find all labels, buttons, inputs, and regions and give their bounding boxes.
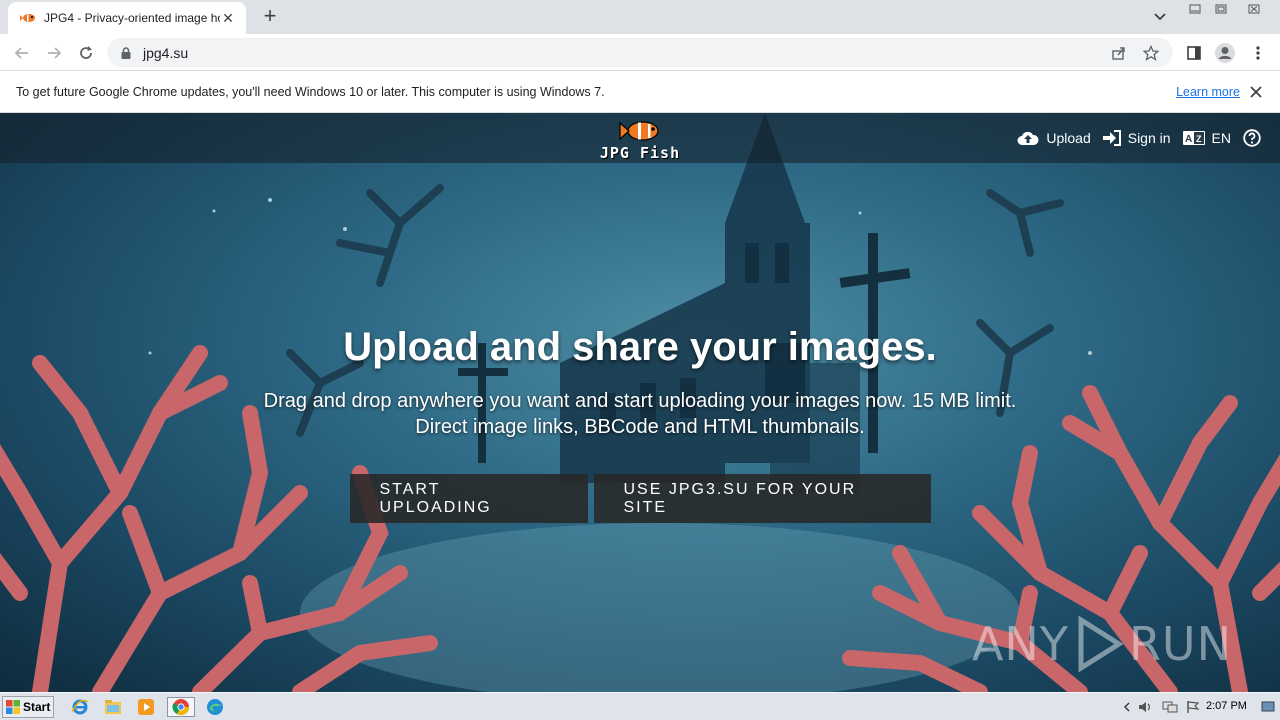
learn-more-link[interactable]: Learn more [1176,85,1240,99]
language-icon: A Z [1182,131,1205,145]
tab-search-icon[interactable] [1150,7,1170,27]
svg-text:A: A [1185,134,1192,145]
windows-taskbar: Start 2:07 PM [0,692,1280,720]
new-tab-icon[interactable]: + [258,5,282,29]
watermark-right: RUN [1128,617,1232,671]
play-logo-icon [1078,616,1123,672]
back-icon[interactable] [9,40,35,66]
minimize-icon[interactable] [1182,0,1208,18]
menu-icon[interactable] [1245,40,1271,66]
restore-icon[interactable] [1208,0,1234,18]
help-icon [1243,129,1261,147]
browser-tab[interactable]: JPG4 - Privacy-oriented image host ✕ [8,2,246,34]
address-bar[interactable]: jpg4.su [107,38,1173,67]
nav-sign-in-label: Sign in [1127,130,1171,146]
svg-text:Z: Z [1196,134,1202,144]
web-page: JPG Fish Upload Sign in A Z EN Upload an… [0,113,1280,692]
sign-in-icon [1102,130,1121,146]
window-controls [1182,0,1274,18]
share-icon[interactable] [1109,43,1129,63]
nav-upload[interactable]: Upload [1017,130,1091,146]
window-close-icon[interactable] [1234,0,1274,18]
start-button[interactable]: Start [2,696,54,718]
edge-icon[interactable] [203,697,227,717]
infobar-close-icon[interactable] [1248,84,1264,100]
site-nav: Upload Sign in A Z EN [1005,127,1268,149]
close-tab-icon[interactable]: ✕ [220,10,236,27]
hero-buttons: START UPLOADING USE JPG3.SU FOR YOUR SIT… [0,474,1280,523]
tray-chevron-icon[interactable] [1122,701,1132,713]
system-tray [1122,693,1280,720]
url-text: jpg4.su [143,44,189,61]
reload-icon[interactable] [73,40,99,66]
site-logo[interactable]: JPG Fish [590,119,690,163]
logo-wordmark: JPG Fish [599,144,681,162]
volume-icon[interactable] [1138,700,1154,714]
update-infobar: To get future Google Chrome updates, you… [0,71,1280,113]
nav-language-label: EN [1211,130,1231,146]
profile-icon[interactable] [1212,40,1238,66]
anyrun-watermark: ANY RUN [972,616,1232,672]
browser-toolbar: jpg4.su [0,34,1280,71]
fish-logo-icon [619,121,659,141]
explorer-icon[interactable] [101,697,125,717]
use-for-your-site-button[interactable]: USE JPG3.SU FOR YOUR SITE [593,474,931,523]
favicon-fish-icon [20,14,35,22]
nav-upload-label: Upload [1046,130,1091,146]
nav-help[interactable] [1243,129,1268,147]
ie-icon[interactable] [68,697,92,717]
watermark-left: ANY [971,617,1069,671]
upload-icon [1017,131,1039,145]
forward-icon[interactable] [41,40,67,66]
nav-sign-in[interactable]: Sign in [1102,130,1171,146]
show-desktop-icon[interactable] [1261,700,1275,714]
side-panel-icon[interactable] [1181,40,1207,66]
infobar-message: To get future Google Chrome updates, you… [16,84,605,99]
tab-strip: JPG4 - Privacy-oriented image host ✕ + [0,0,1280,34]
bookmark-star-icon[interactable] [1141,43,1161,63]
hero-section: Upload and share your images. Drag and d… [0,325,1280,440]
media-player-icon[interactable] [134,697,158,717]
hero-title: Upload and share your images. [343,325,937,369]
network-icon[interactable] [1162,700,1178,714]
tab-title: JPG4 - Privacy-oriented image host [44,11,220,25]
flag-icon[interactable] [1186,700,1200,714]
lock-icon[interactable] [119,46,133,60]
chrome-icon[interactable] [167,697,195,717]
nav-language[interactable]: A Z EN [1182,130,1231,146]
start-uploading-button[interactable]: START UPLOADING [349,474,588,523]
start-label: Start [23,700,51,714]
windows-logo-icon [6,700,20,714]
taskbar-clock: 2:07 PM [1206,700,1247,712]
hero-description: Drag and drop anywhere you want and star… [263,390,1017,438]
